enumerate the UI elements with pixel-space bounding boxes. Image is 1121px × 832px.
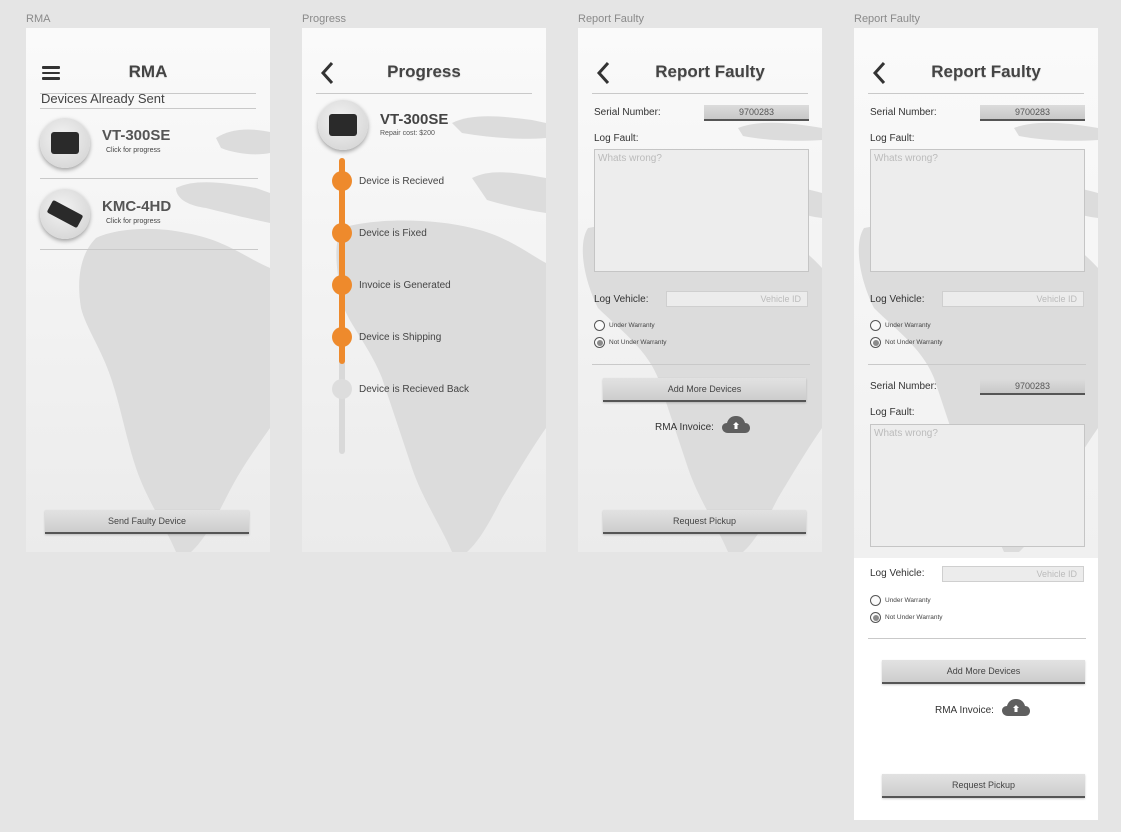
page-title: Progress	[387, 62, 461, 81]
log-fault-textarea[interactable]: Whats wrong?	[870, 424, 1085, 547]
radio-label: Under Warranty	[885, 322, 931, 329]
device-name: KMC-4HD	[102, 198, 172, 215]
step-label: Invoice is Generated	[359, 280, 451, 291]
page-title: RMA	[128, 62, 168, 81]
rma-screen: RMA Devices Already Sent VT-300SE Click …	[26, 28, 270, 552]
serial-number-label: Serial Number:	[594, 107, 661, 118]
log-vehicle-label: Log Vehicle:	[594, 294, 649, 305]
log-fault-label: Log Fault:	[870, 133, 915, 144]
device-row-vt-300se[interactable]: VT-300SE Click for progress	[40, 109, 258, 179]
log-vehicle-label: Log Vehicle:	[870, 568, 925, 579]
header: Report Faulty	[592, 58, 808, 94]
repair-cost: Repair cost: $200	[380, 130, 435, 137]
not-under-warranty-radio[interactable]	[870, 337, 881, 348]
serial-number-field[interactable]: 9700283	[980, 379, 1085, 395]
page-title: Report Faulty	[931, 62, 1041, 81]
device-hint: Click for progress	[106, 147, 161, 154]
add-more-devices-button[interactable]: Add More Devices	[603, 378, 806, 402]
step-dot-fixed	[332, 223, 352, 243]
serial-number-label: Serial Number:	[870, 107, 937, 118]
log-fault-textarea[interactable]: Whats wrong?	[870, 149, 1085, 272]
rma-invoice-label: RMA Invoice:	[935, 705, 994, 716]
serial-number-field[interactable]: 9700283	[704, 105, 809, 121]
step-label: Device is Fixed	[359, 228, 427, 239]
report-faulty-extended-screen: Report Faulty Serial Number: 9700283 Log…	[854, 28, 1098, 820]
device-image	[318, 100, 368, 150]
step-label: Device is Recieved Back	[359, 384, 470, 395]
step-dot-received-back	[332, 379, 352, 399]
section-subtitle: Devices Already Sent	[41, 91, 165, 106]
radio-label: Under Warranty	[885, 597, 931, 604]
log-fault-label: Log Fault:	[870, 407, 915, 418]
under-warranty-radio[interactable]	[870, 595, 881, 606]
header: Report Faulty	[868, 58, 1084, 94]
progress-screen: Progress VT-300SE Repair cost: $200 Devi…	[302, 28, 546, 552]
cloud-upload-icon[interactable]	[722, 416, 750, 434]
frame-label-progress: Progress	[302, 13, 347, 25]
divider	[868, 364, 1086, 365]
step-label: Device is Recieved	[359, 176, 445, 187]
radio-label: Not Under Warranty	[885, 339, 943, 346]
log-vehicle-label: Log Vehicle:	[870, 294, 925, 305]
report-faulty-screen: Report Faulty Serial Number: 9700283 Log…	[578, 28, 822, 552]
step-label: Device is Shipping	[359, 332, 442, 343]
under-warranty-radio[interactable]	[594, 320, 605, 331]
vehicle-id-input[interactable]: Vehicle ID	[666, 291, 808, 307]
device-image	[40, 189, 90, 239]
page-title: Report Faulty	[655, 62, 765, 81]
add-more-devices-button[interactable]: Add More Devices	[882, 660, 1085, 684]
divider	[868, 638, 1086, 639]
log-fault-textarea[interactable]: Whats wrong?	[594, 149, 809, 272]
device-row-kmc-4hd[interactable]: KMC-4HD Click for progress	[40, 180, 258, 250]
serial-number-field[interactable]: 9700283	[980, 105, 1085, 121]
divider	[592, 364, 810, 365]
request-pickup-button[interactable]: Request Pickup	[603, 510, 806, 534]
cloud-upload-icon[interactable]	[1002, 699, 1030, 717]
device-hint: Click for progress	[106, 218, 161, 225]
world-map-background	[79, 129, 270, 552]
rma-invoice-label: RMA Invoice:	[655, 422, 714, 433]
radio-label: Not Under Warranty	[609, 339, 667, 346]
under-warranty-radio[interactable]	[870, 320, 881, 331]
not-under-warranty-radio[interactable]	[870, 612, 881, 623]
device-image	[40, 118, 90, 168]
step-dot-received	[332, 171, 352, 191]
request-pickup-button[interactable]: Request Pickup	[882, 774, 1085, 798]
vehicle-id-input[interactable]: Vehicle ID	[942, 566, 1084, 582]
device-name: VT-300SE	[102, 127, 171, 144]
log-fault-label: Log Fault:	[594, 133, 639, 144]
radio-label: Not Under Warranty	[885, 614, 943, 621]
frame-label-report-faulty: Report Faulty	[578, 13, 645, 25]
device-name: VT-300SE	[380, 111, 449, 128]
header: RMA	[40, 58, 256, 94]
header: Progress	[316, 58, 532, 94]
radio-label: Under Warranty	[609, 322, 655, 329]
step-dot-invoice	[332, 275, 352, 295]
frame-label-report-faulty-extended: Report Faulty	[854, 13, 921, 25]
step-dot-shipping	[332, 327, 352, 347]
send-faulty-device-button[interactable]: Send Faulty Device	[45, 510, 249, 534]
vehicle-id-input[interactable]: Vehicle ID	[942, 291, 1084, 307]
frame-label-rma: RMA	[26, 13, 51, 25]
serial-number-label: Serial Number:	[870, 381, 937, 392]
not-under-warranty-radio[interactable]	[594, 337, 605, 348]
